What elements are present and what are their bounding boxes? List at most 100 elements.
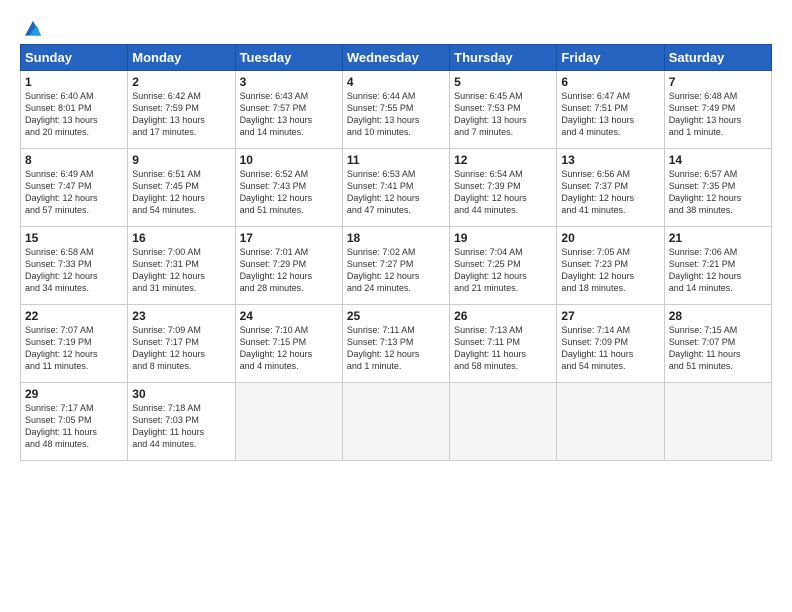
calendar-day: 4Sunrise: 6:44 AM Sunset: 7:55 PM Daylig… [342, 71, 449, 149]
day-number: 13 [561, 153, 659, 167]
day-number: 8 [25, 153, 123, 167]
calendar-day: 2Sunrise: 6:42 AM Sunset: 7:59 PM Daylig… [128, 71, 235, 149]
day-number: 10 [240, 153, 338, 167]
day-info: Sunrise: 7:07 AM Sunset: 7:19 PM Dayligh… [25, 324, 123, 373]
calendar-day: 26Sunrise: 7:13 AM Sunset: 7:11 PM Dayli… [450, 305, 557, 383]
day-number: 14 [669, 153, 767, 167]
day-info: Sunrise: 7:10 AM Sunset: 7:15 PM Dayligh… [240, 324, 338, 373]
day-number: 17 [240, 231, 338, 245]
calendar-day: 18Sunrise: 7:02 AM Sunset: 7:27 PM Dayli… [342, 227, 449, 305]
day-info: Sunrise: 7:06 AM Sunset: 7:21 PM Dayligh… [669, 246, 767, 295]
day-number: 1 [25, 75, 123, 89]
calendar-day: 20Sunrise: 7:05 AM Sunset: 7:23 PM Dayli… [557, 227, 664, 305]
day-number: 27 [561, 309, 659, 323]
calendar-day: 14Sunrise: 6:57 AM Sunset: 7:35 PM Dayli… [664, 149, 771, 227]
calendar-day: 15Sunrise: 6:58 AM Sunset: 7:33 PM Dayli… [21, 227, 128, 305]
weekday-header-monday: Monday [128, 45, 235, 71]
day-info: Sunrise: 7:04 AM Sunset: 7:25 PM Dayligh… [454, 246, 552, 295]
day-number: 28 [669, 309, 767, 323]
calendar-day: 29Sunrise: 7:17 AM Sunset: 7:05 PM Dayli… [21, 383, 128, 461]
calendar-day: 3Sunrise: 6:43 AM Sunset: 7:57 PM Daylig… [235, 71, 342, 149]
day-info: Sunrise: 7:00 AM Sunset: 7:31 PM Dayligh… [132, 246, 230, 295]
calendar-day [342, 383, 449, 461]
day-number: 24 [240, 309, 338, 323]
day-info: Sunrise: 7:15 AM Sunset: 7:07 PM Dayligh… [669, 324, 767, 373]
calendar-day: 13Sunrise: 6:56 AM Sunset: 7:37 PM Dayli… [557, 149, 664, 227]
calendar-day: 24Sunrise: 7:10 AM Sunset: 7:15 PM Dayli… [235, 305, 342, 383]
weekday-header-wednesday: Wednesday [342, 45, 449, 71]
day-info: Sunrise: 6:45 AM Sunset: 7:53 PM Dayligh… [454, 90, 552, 139]
day-info: Sunrise: 6:52 AM Sunset: 7:43 PM Dayligh… [240, 168, 338, 217]
calendar-day: 17Sunrise: 7:01 AM Sunset: 7:29 PM Dayli… [235, 227, 342, 305]
calendar-day: 25Sunrise: 7:11 AM Sunset: 7:13 PM Dayli… [342, 305, 449, 383]
calendar-body: 1Sunrise: 6:40 AM Sunset: 8:01 PM Daylig… [21, 71, 772, 461]
calendar-day: 5Sunrise: 6:45 AM Sunset: 7:53 PM Daylig… [450, 71, 557, 149]
weekday-header-saturday: Saturday [664, 45, 771, 71]
day-info: Sunrise: 6:57 AM Sunset: 7:35 PM Dayligh… [669, 168, 767, 217]
day-info: Sunrise: 7:01 AM Sunset: 7:29 PM Dayligh… [240, 246, 338, 295]
calendar-week-4: 22Sunrise: 7:07 AM Sunset: 7:19 PM Dayli… [21, 305, 772, 383]
day-number: 19 [454, 231, 552, 245]
calendar-day: 30Sunrise: 7:18 AM Sunset: 7:03 PM Dayli… [128, 383, 235, 461]
day-number: 3 [240, 75, 338, 89]
day-info: Sunrise: 6:42 AM Sunset: 7:59 PM Dayligh… [132, 90, 230, 139]
day-number: 12 [454, 153, 552, 167]
calendar-day: 28Sunrise: 7:15 AM Sunset: 7:07 PM Dayli… [664, 305, 771, 383]
calendar-day: 22Sunrise: 7:07 AM Sunset: 7:19 PM Dayli… [21, 305, 128, 383]
day-number: 20 [561, 231, 659, 245]
calendar-day: 6Sunrise: 6:47 AM Sunset: 7:51 PM Daylig… [557, 71, 664, 149]
weekday-header-friday: Friday [557, 45, 664, 71]
calendar-day [450, 383, 557, 461]
calendar-day: 23Sunrise: 7:09 AM Sunset: 7:17 PM Dayli… [128, 305, 235, 383]
day-info: Sunrise: 7:18 AM Sunset: 7:03 PM Dayligh… [132, 402, 230, 451]
day-number: 18 [347, 231, 445, 245]
calendar-day: 21Sunrise: 7:06 AM Sunset: 7:21 PM Dayli… [664, 227, 771, 305]
day-number: 25 [347, 309, 445, 323]
day-number: 4 [347, 75, 445, 89]
calendar-day: 1Sunrise: 6:40 AM Sunset: 8:01 PM Daylig… [21, 71, 128, 149]
day-info: Sunrise: 7:05 AM Sunset: 7:23 PM Dayligh… [561, 246, 659, 295]
day-info: Sunrise: 6:51 AM Sunset: 7:45 PM Dayligh… [132, 168, 230, 217]
calendar-day: 7Sunrise: 6:48 AM Sunset: 7:49 PM Daylig… [664, 71, 771, 149]
day-info: Sunrise: 7:02 AM Sunset: 7:27 PM Dayligh… [347, 246, 445, 295]
day-info: Sunrise: 7:17 AM Sunset: 7:05 PM Dayligh… [25, 402, 123, 451]
day-info: Sunrise: 6:47 AM Sunset: 7:51 PM Dayligh… [561, 90, 659, 139]
calendar: SundayMondayTuesdayWednesdayThursdayFrid… [20, 44, 772, 461]
calendar-day: 12Sunrise: 6:54 AM Sunset: 7:39 PM Dayli… [450, 149, 557, 227]
calendar-day: 10Sunrise: 6:52 AM Sunset: 7:43 PM Dayli… [235, 149, 342, 227]
calendar-day: 27Sunrise: 7:14 AM Sunset: 7:09 PM Dayli… [557, 305, 664, 383]
logo-icon [22, 18, 44, 40]
calendar-day [557, 383, 664, 461]
day-number: 26 [454, 309, 552, 323]
day-info: Sunrise: 6:54 AM Sunset: 7:39 PM Dayligh… [454, 168, 552, 217]
day-info: Sunrise: 7:09 AM Sunset: 7:17 PM Dayligh… [132, 324, 230, 373]
calendar-day: 16Sunrise: 7:00 AM Sunset: 7:31 PM Dayli… [128, 227, 235, 305]
weekday-header-thursday: Thursday [450, 45, 557, 71]
day-number: 16 [132, 231, 230, 245]
weekday-header-sunday: Sunday [21, 45, 128, 71]
day-number: 30 [132, 387, 230, 401]
day-number: 29 [25, 387, 123, 401]
day-number: 7 [669, 75, 767, 89]
day-info: Sunrise: 6:43 AM Sunset: 7:57 PM Dayligh… [240, 90, 338, 139]
day-number: 15 [25, 231, 123, 245]
day-info: Sunrise: 7:14 AM Sunset: 7:09 PM Dayligh… [561, 324, 659, 373]
day-number: 6 [561, 75, 659, 89]
weekday-header-tuesday: Tuesday [235, 45, 342, 71]
day-number: 2 [132, 75, 230, 89]
day-info: Sunrise: 6:58 AM Sunset: 7:33 PM Dayligh… [25, 246, 123, 295]
day-info: Sunrise: 7:11 AM Sunset: 7:13 PM Dayligh… [347, 324, 445, 373]
calendar-day: 8Sunrise: 6:49 AM Sunset: 7:47 PM Daylig… [21, 149, 128, 227]
calendar-day: 9Sunrise: 6:51 AM Sunset: 7:45 PM Daylig… [128, 149, 235, 227]
day-number: 5 [454, 75, 552, 89]
day-number: 9 [132, 153, 230, 167]
day-info: Sunrise: 7:13 AM Sunset: 7:11 PM Dayligh… [454, 324, 552, 373]
calendar-day: 11Sunrise: 6:53 AM Sunset: 7:41 PM Dayli… [342, 149, 449, 227]
day-number: 21 [669, 231, 767, 245]
header [20, 18, 772, 36]
day-info: Sunrise: 6:44 AM Sunset: 7:55 PM Dayligh… [347, 90, 445, 139]
day-number: 22 [25, 309, 123, 323]
calendar-day [235, 383, 342, 461]
day-number: 23 [132, 309, 230, 323]
calendar-week-3: 15Sunrise: 6:58 AM Sunset: 7:33 PM Dayli… [21, 227, 772, 305]
